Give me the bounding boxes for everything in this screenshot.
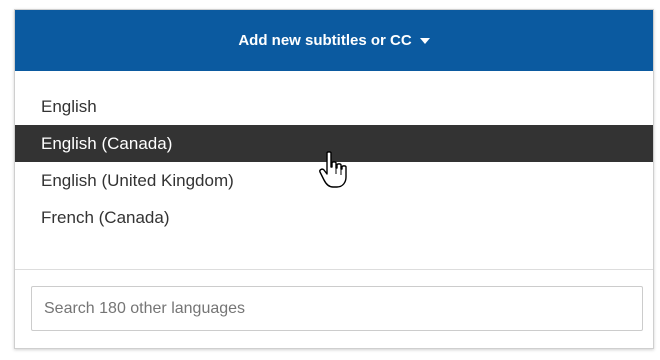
language-option-english-uk[interactable]: English (United Kingdom) xyxy=(15,162,653,199)
divider xyxy=(15,269,653,270)
add-subtitles-label: Add new subtitles or CC xyxy=(238,32,412,49)
caret-down-icon xyxy=(419,37,430,44)
language-option-french-canada[interactable]: French (Canada) xyxy=(15,199,653,236)
subtitle-language-dropdown: Add new subtitles or CC English English … xyxy=(14,9,654,349)
add-subtitles-button[interactable]: Add new subtitles or CC xyxy=(15,10,653,71)
language-search-input[interactable] xyxy=(31,286,643,331)
language-list: English English (Canada) English (United… xyxy=(15,88,653,236)
language-option-english[interactable]: English xyxy=(15,88,653,125)
language-option-english-canada[interactable]: English (Canada) xyxy=(15,125,653,162)
